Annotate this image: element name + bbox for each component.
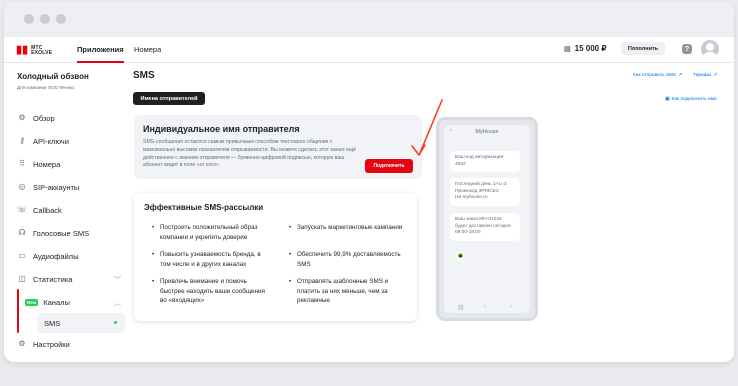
phone-sender-name: MyHouse xyxy=(475,129,499,135)
help-icon[interactable]: ? xyxy=(682,44,692,54)
sms-line: На myhouse.ru xyxy=(455,195,488,200)
benefit-item: Повысить узнаваемость бренда, в том числ… xyxy=(152,250,272,269)
sms-bubble: Ваш код авторизации: 4062 xyxy=(450,151,520,172)
sidebar-item-label: Аудиофайлы xyxy=(33,251,79,261)
sidebar-item-numbers[interactable]: ⠿ Номера xyxy=(17,157,127,171)
audio-file-icon: ▭ xyxy=(18,251,26,260)
tariffs-label: Тарифы xyxy=(693,73,712,78)
phone-screen: ‹ MyHouse Ваш код авторизации: 4062 Посл… xyxy=(444,125,530,313)
topup-button[interactable]: Пополнить xyxy=(621,42,665,55)
key-icon: ⚷ xyxy=(19,136,25,145)
sidebar-item-channels[interactable]: New Каналы ︿ xyxy=(25,295,127,309)
active-dot xyxy=(114,321,117,324)
overview-icon: ⚙ xyxy=(18,113,26,122)
sender-avatar-icon xyxy=(456,251,465,260)
page-title: SMS xyxy=(133,70,155,81)
sender-name-card: Индивидуальное имя отправителя SMS-сообщ… xyxy=(134,115,422,179)
logo-mark-icon: ▮▮ xyxy=(16,44,29,56)
sidebar-item-label: SIP-аккаунты xyxy=(33,182,80,192)
avatar[interactable] xyxy=(701,40,719,58)
document-icon: ▣ xyxy=(665,97,670,102)
browser-titlebar xyxy=(4,2,734,37)
back-icon: ‹ xyxy=(510,304,512,310)
sidebar-item-label: Callback xyxy=(33,205,62,215)
sidebar-item-callback[interactable]: ☏ Callback xyxy=(17,203,127,217)
sidebar-item-label: Номера xyxy=(33,159,61,169)
sidebar-item-overview[interactable]: ⚙ Обзор xyxy=(17,111,127,125)
sip-icon: ◎ xyxy=(18,182,26,191)
benefit-item: Запускать маркетинговые кампании xyxy=(289,223,409,233)
mts-exolve-logo[interactable]: ▮▮ МТС EXOLVE xyxy=(16,45,52,56)
balance: ▤ 15 000 ₽ xyxy=(564,44,606,53)
home-icon: ○ xyxy=(483,304,487,310)
sender-name-card-title: Индивидуальное имя отправителя xyxy=(143,124,300,134)
sidebar-item-label: Каналы xyxy=(43,297,70,307)
sms-line: 09:00-18:00 xyxy=(455,230,481,235)
benefit-item: Привлечь внимание и помочь быстрее наход… xyxy=(152,277,272,306)
sidebar-subitem-sms[interactable]: SMS xyxy=(37,313,125,333)
project-title: Холодный обзвон xyxy=(17,72,89,81)
sidebar-item-sip-accounts[interactable]: ◎ SIP-аккаунты xyxy=(17,180,127,194)
top-navigation: ▮▮ МТС EXOLVE Приложения Номера ▤ 15 000… xyxy=(4,37,734,63)
benefit-item: Обеспечить 99,9% доставляемость SMS xyxy=(289,250,409,269)
sidebar-item-voice-sms[interactable]: ☊ Голосовые SMS xyxy=(17,226,127,240)
benefit-item: Построить положительный образ компании и… xyxy=(152,223,272,242)
sidebar-item-label: Обзор xyxy=(33,113,55,123)
sms-benefits-card: Эффективные SMS-рассылки Построить полож… xyxy=(134,193,417,321)
sms-line: 4062 xyxy=(455,161,466,167)
sidebar-item-label: Настройки xyxy=(33,339,70,349)
connect-button[interactable]: Подключить xyxy=(365,159,413,173)
nav-numbers[interactable]: Номера xyxy=(134,45,161,54)
sms-bubble: Последний день 1+1=3 Промокод 3PRICE2. Н… xyxy=(450,178,520,206)
phone-header: ‹ MyHouse xyxy=(444,125,530,139)
sidebar-item-label: API-ключи xyxy=(33,136,69,146)
phone-preview: ‹ MyHouse Ваш код авторизации: 4062 Посл… xyxy=(436,117,538,321)
sender-names-button[interactable]: Имена отправителей xyxy=(133,92,205,105)
how-connect-name-label: Как подключить имя xyxy=(671,97,717,102)
external-link-icon: ↗ xyxy=(678,73,683,78)
window-close-dot[interactable] xyxy=(24,14,34,24)
external-link-icon: ↗ xyxy=(713,73,718,78)
sidebar-item-api-keys[interactable]: ⚷ API-ключи xyxy=(17,134,127,148)
sidebar: Холодный обзвон Для компании ООО Феникс … xyxy=(4,63,132,362)
sidebar-item-label: Голосовые SMS xyxy=(33,228,90,238)
tariffs-link[interactable]: Тарифы ↗ xyxy=(693,73,717,78)
window-minimize-dot[interactable] xyxy=(40,14,50,24)
sms-benefits-title: Эффективные SMS-рассылки xyxy=(144,203,264,212)
sms-line: Последний день 1+1=3 xyxy=(455,182,507,187)
sidebar-item-label: SMS xyxy=(44,318,61,328)
sidebar-item-audio-files[interactable]: ▭ Аудиофайлы xyxy=(17,249,127,263)
phone-nav-bar: ▥ ○ ‹ xyxy=(444,303,530,313)
nav-apps[interactable]: Приложения xyxy=(77,45,124,63)
project-subtitle: Для компании ООО Феникс xyxy=(17,85,75,90)
active-section-indicator xyxy=(17,289,19,333)
sidebar-item-statistics[interactable]: ◫ Статистика ﹀ xyxy=(17,272,127,286)
window-maximize-dot[interactable] xyxy=(56,14,66,24)
dialpad-icon: ⠿ xyxy=(19,159,25,168)
wallet-icon: ▤ xyxy=(564,45,571,53)
chevron-up-icon: ︿ xyxy=(114,300,121,307)
recent-apps-icon: ▥ xyxy=(458,305,464,311)
sms-bubble: Ваш заказ МН-01234 будет доставлен сегод… xyxy=(450,213,520,241)
balance-amount: 15 000 ₽ xyxy=(574,44,607,53)
benefit-item: Отправлять шаблонные SMS и платить за ни… xyxy=(289,277,409,306)
new-badge: New xyxy=(25,298,39,306)
how-send-sms-label: Как отправить SMS xyxy=(633,73,677,78)
sidebar-item-settings[interactable]: ⚙ Настройки xyxy=(17,337,127,351)
voice-sms-icon: ☊ xyxy=(18,228,26,237)
how-connect-name-link[interactable]: ▣ Как подключить имя xyxy=(665,97,717,102)
settings-icon: ⚙ xyxy=(18,339,26,348)
sidebar-item-label: Статистика xyxy=(33,274,73,284)
sender-name-card-text: SMS-сообщения остаются самым привычным с… xyxy=(143,139,357,169)
chevron-down-icon: ﹀ xyxy=(114,277,121,284)
logo-text-line2: EXOLVE xyxy=(31,49,53,56)
callback-icon: ☏ xyxy=(17,205,28,214)
stats-icon: ◫ xyxy=(18,274,26,283)
how-send-sms-link[interactable]: Как отправить SMS ↗ xyxy=(633,73,682,78)
